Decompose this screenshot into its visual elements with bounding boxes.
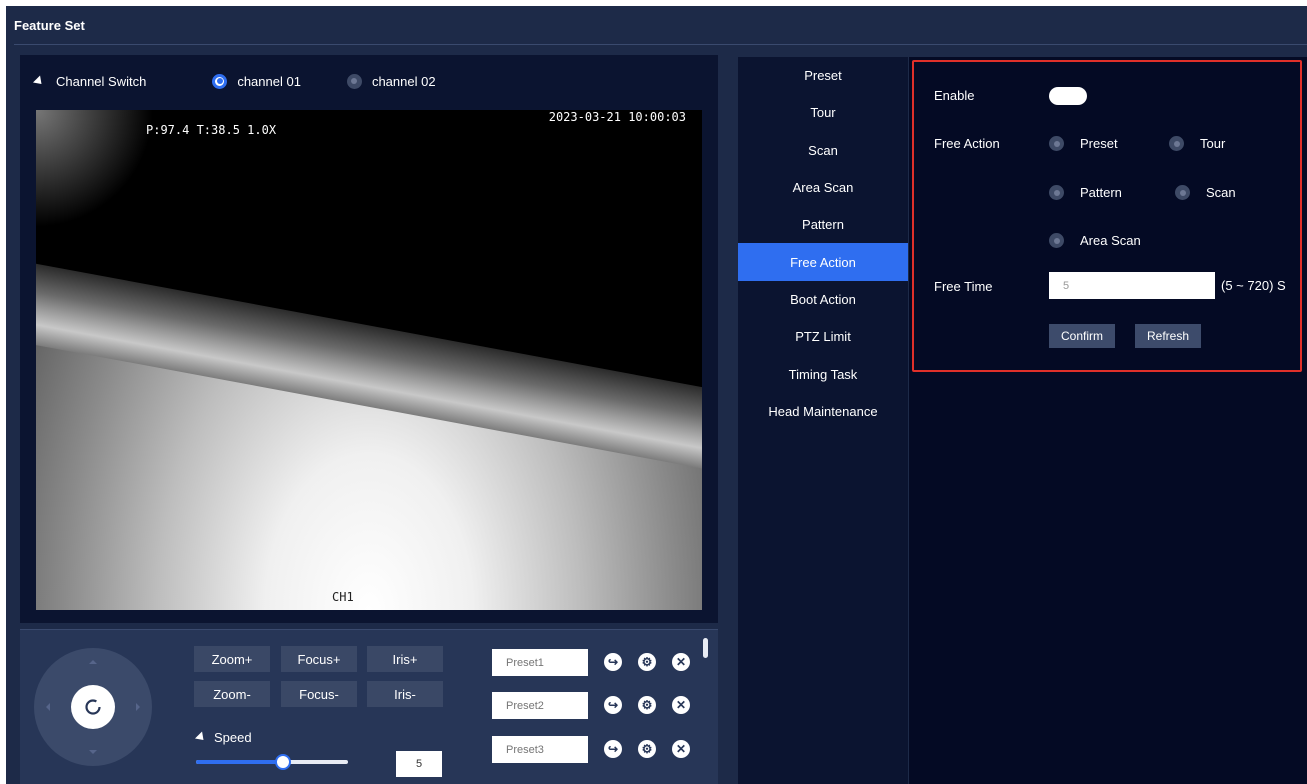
option-area-scan[interactable]: Area Scan — [1049, 233, 1141, 248]
preset-1-delete-icon[interactable]: ✕ — [672, 653, 690, 671]
menu-item-timing-task[interactable]: Timing Task — [738, 355, 908, 392]
video-channel-tag: CH1 — [332, 590, 354, 604]
preset-1-goto-icon[interactable]: ↪ — [604, 653, 622, 671]
channel-02-radio[interactable] — [346, 73, 362, 89]
speed-section: Speed — [194, 730, 252, 745]
free-time-label: Free Time — [934, 279, 993, 294]
app-window: Feature Set Channel Switch channel 01 ch… — [6, 6, 1307, 784]
joystick-down-icon[interactable] — [89, 750, 97, 758]
enable-toggle[interactable] — [1049, 87, 1087, 105]
preset-3-input[interactable] — [492, 736, 588, 763]
area-scan-radio[interactable] — [1049, 233, 1064, 248]
speed-slider-fill — [196, 760, 283, 764]
scan-radio[interactable] — [1175, 185, 1190, 200]
joystick-right-icon[interactable] — [136, 703, 144, 711]
preset-option-label[interactable]: Preset — [1080, 136, 1118, 151]
iris-in-button[interactable]: Iris+ — [367, 646, 443, 672]
option-preset[interactable]: Preset — [1049, 136, 1118, 151]
focus-out-button[interactable]: Focus- — [281, 681, 357, 707]
preset-1-settings-icon[interactable]: ⚙ — [638, 653, 656, 671]
zoom-in-button[interactable]: Zoom+ — [194, 646, 270, 672]
collapse-triangle-icon[interactable] — [194, 731, 208, 744]
pattern-radio[interactable] — [1049, 185, 1064, 200]
preset-2-input[interactable] — [492, 692, 588, 719]
speed-value[interactable]: 5 — [396, 751, 442, 777]
video-feed[interactable]: P:97.4 T:38.5 1.0X 2023-03-21 10:00:03 C… — [36, 110, 702, 610]
focus-in-button[interactable]: Focus+ — [281, 646, 357, 672]
enable-label: Enable — [934, 88, 975, 103]
refresh-circle-icon — [85, 699, 101, 715]
video-panel: Channel Switch channel 01 channel 02 P:9… — [20, 55, 718, 623]
feature-menu: Preset Tour Scan Area Scan Pattern Free … — [738, 57, 908, 784]
channel-switch-label: Channel Switch — [56, 73, 147, 89]
menu-item-area-scan[interactable]: Area Scan — [738, 169, 908, 206]
page-title: Feature Set — [14, 18, 85, 33]
title-divider — [14, 44, 1307, 45]
confirm-button[interactable]: Confirm — [1049, 324, 1116, 348]
joystick-left-icon[interactable] — [42, 703, 50, 711]
ptz-joystick[interactable] — [34, 648, 152, 766]
preset-3-goto-icon[interactable]: ↪ — [604, 740, 622, 758]
menu-item-pattern[interactable]: Pattern — [738, 206, 908, 243]
ptz-position-overlay: P:97.4 T:38.5 1.0X — [146, 123, 277, 137]
free-time-range: (5 ~ 720) S — [1221, 278, 1286, 293]
iris-out-button[interactable]: Iris- — [367, 681, 443, 707]
menu-item-scan[interactable]: Scan — [738, 132, 908, 169]
video-corner-glare — [36, 110, 702, 610]
menu-item-preset[interactable]: Preset — [738, 57, 908, 94]
option-pattern[interactable]: Pattern — [1049, 185, 1122, 200]
speed-label: Speed — [214, 730, 252, 745]
preset-radio[interactable] — [1049, 136, 1064, 151]
menu-item-boot-action[interactable]: Boot Action — [738, 281, 908, 318]
scan-option-label[interactable]: Scan — [1206, 185, 1236, 200]
speed-slider[interactable] — [196, 754, 348, 770]
joystick-center-button[interactable] — [71, 685, 115, 729]
free-action-label: Free Action — [934, 136, 1000, 151]
free-action-settings: Enable Free Action Preset Tour Pattern S… — [909, 57, 1307, 784]
menu-item-free-action[interactable]: Free Action — [738, 243, 908, 281]
ptz-control-panel: Zoom+ Focus+ Iris+ Zoom- Focus- Iris- Sp… — [20, 629, 718, 784]
preset-list-scrollbar[interactable] — [703, 638, 708, 658]
channel-01-label[interactable]: channel 01 — [237, 74, 301, 89]
menu-item-head-maintenance[interactable]: Head Maintenance — [738, 393, 908, 430]
refresh-button[interactable]: Refresh — [1135, 324, 1202, 348]
zoom-out-button[interactable]: Zoom- — [194, 681, 270, 707]
collapse-triangle-icon[interactable] — [32, 74, 46, 88]
preset-2-settings-icon[interactable]: ⚙ — [638, 696, 656, 714]
channel-02-label[interactable]: channel 02 — [372, 74, 436, 89]
preset-2-goto-icon[interactable]: ↪ — [604, 696, 622, 714]
tour-radio[interactable] — [1169, 136, 1184, 151]
video-timestamp: 2023-03-21 10:00:03 — [548, 110, 686, 124]
menu-item-tour[interactable]: Tour — [738, 94, 908, 131]
preset-3-settings-icon[interactable]: ⚙ — [638, 740, 656, 758]
joystick-up-icon[interactable] — [89, 656, 97, 664]
channel-switch: Channel Switch channel 01 channel 02 — [32, 71, 436, 91]
tour-option-label[interactable]: Tour — [1200, 136, 1225, 151]
free-time-input[interactable] — [1049, 272, 1215, 299]
channel-01-radio[interactable] — [212, 73, 228, 89]
pattern-option-label[interactable]: Pattern — [1080, 185, 1122, 200]
preset-3-delete-icon[interactable]: ✕ — [672, 740, 690, 758]
preset-1-input[interactable] — [492, 649, 588, 676]
speed-slider-handle[interactable] — [274, 754, 291, 770]
option-scan[interactable]: Scan — [1175, 185, 1236, 200]
option-tour[interactable]: Tour — [1169, 136, 1225, 151]
area-scan-option-label[interactable]: Area Scan — [1080, 233, 1141, 248]
preset-2-delete-icon[interactable]: ✕ — [672, 696, 690, 714]
menu-item-ptz-limit[interactable]: PTZ Limit — [738, 318, 908, 355]
